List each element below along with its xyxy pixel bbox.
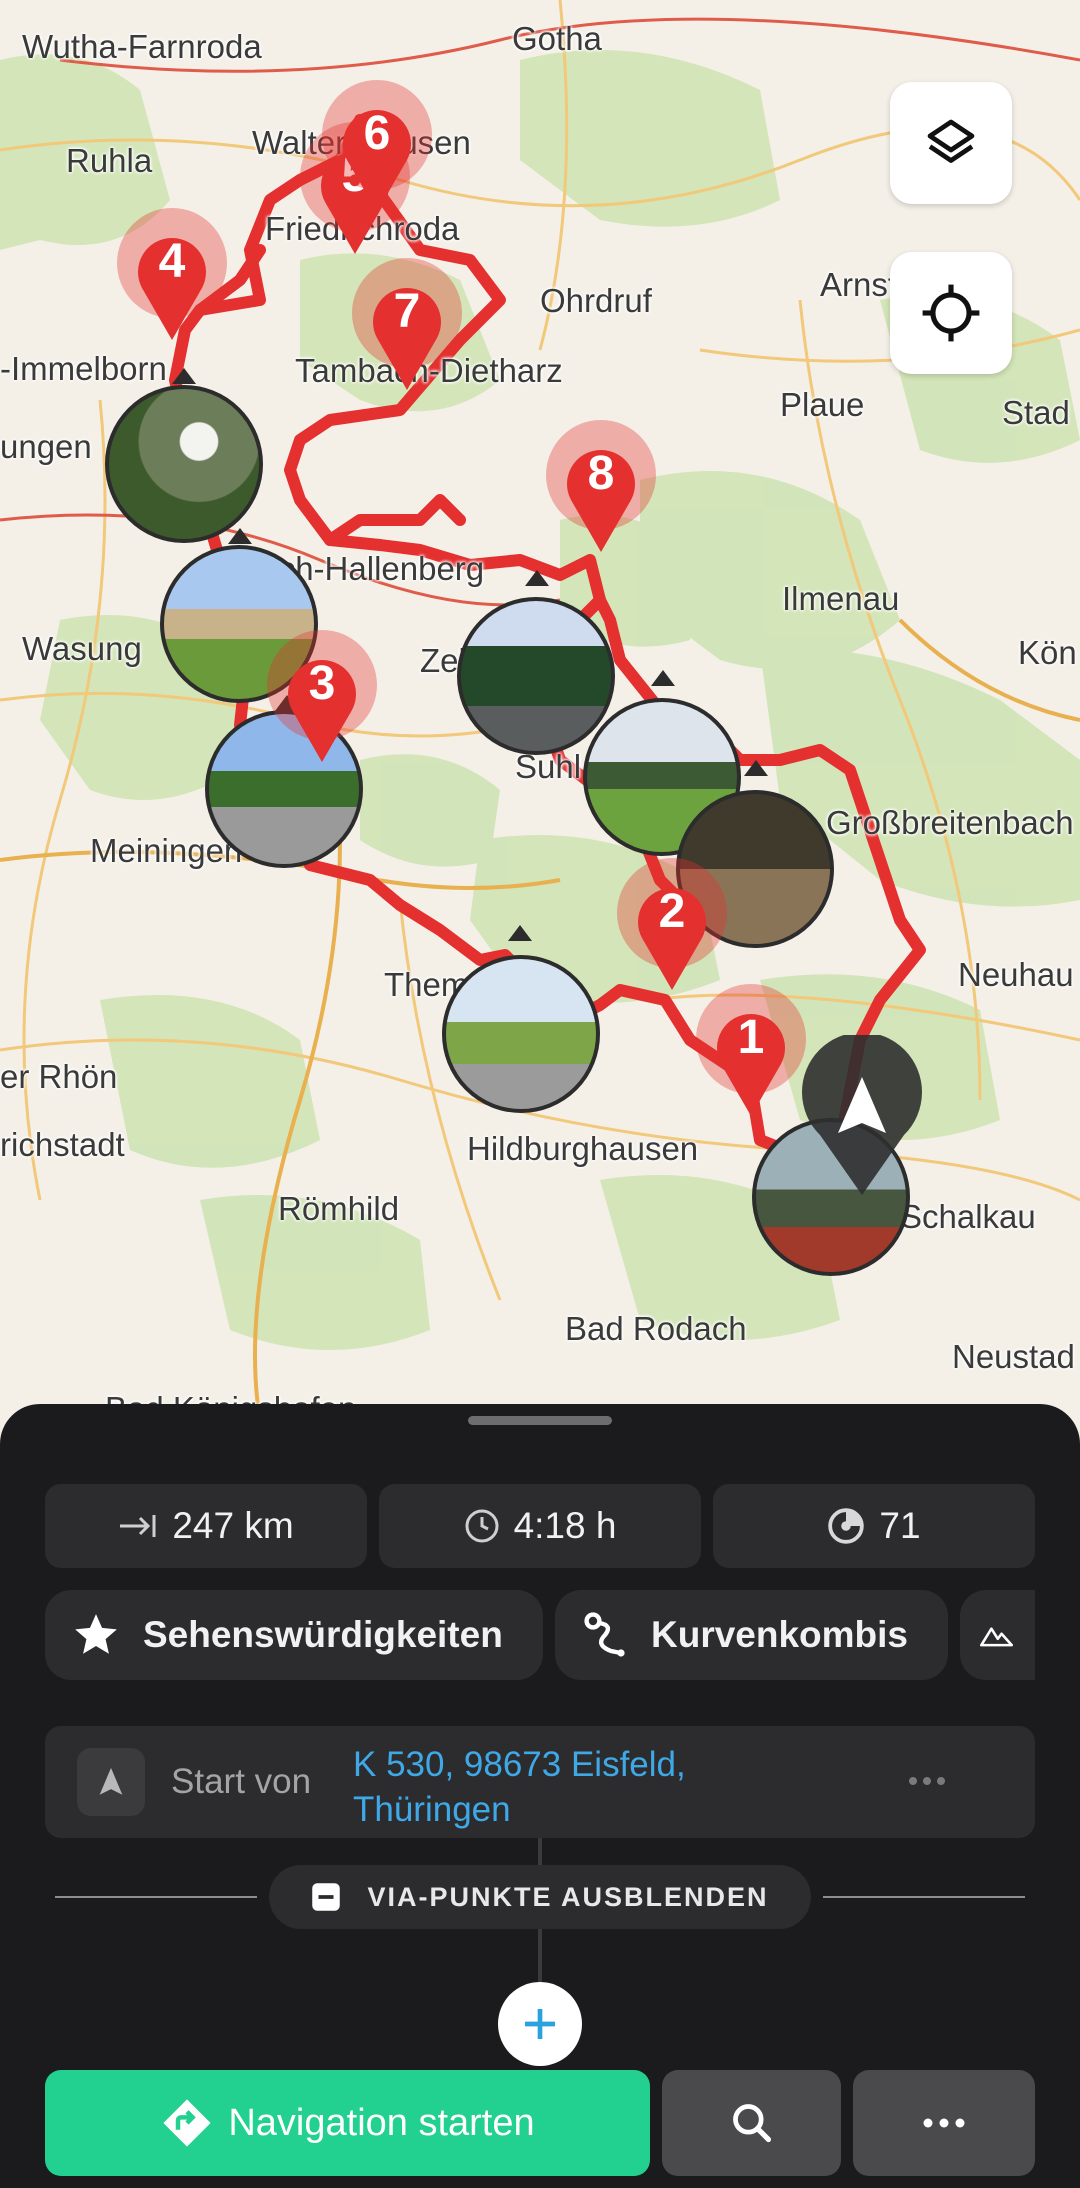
divider-left — [55, 1896, 257, 1898]
filter-sights-chip[interactable]: Sehenswürdigkeiten — [45, 1590, 543, 1680]
place-label: Neuhau — [958, 956, 1074, 993]
photo-marker-tip — [651, 670, 675, 686]
layers-button[interactable] — [890, 82, 1012, 204]
duration-chip: 4:18 h — [379, 1484, 701, 1568]
waypoint-pin-3[interactable]: 3 — [267, 630, 377, 770]
waypoint-pin-1[interactable]: 1 — [696, 984, 806, 1124]
photo-marker-ski-jump[interactable] — [457, 597, 615, 755]
distance-value: 247 km — [172, 1505, 294, 1546]
curviness-chip: 71 — [713, 1484, 1035, 1568]
distance-chip: 247 km — [45, 1484, 367, 1568]
locate-me-button[interactable] — [890, 252, 1012, 374]
waypoint-pin-6[interactable]: 6 — [322, 80, 432, 220]
place-label: Römhild — [278, 1190, 400, 1227]
toggle-via-points-label: VIA-PUNKTE AUSBLENDEN — [367, 1881, 769, 1912]
star-icon — [75, 1614, 117, 1654]
filter-sights-label: Sehenswürdigkeiten — [143, 1614, 503, 1655]
place-label: -Immelborn — [0, 350, 167, 387]
place-label: Bad Rodach — [565, 1310, 747, 1347]
place-label: Schalkau — [900, 1198, 1036, 1235]
start-address-line2: Thüringen — [353, 1790, 511, 1829]
place-label: richstadt — [0, 1126, 125, 1163]
divider-right — [823, 1896, 1025, 1898]
more-icon — [923, 2118, 965, 2128]
start-navigation-button[interactable]: Navigation starten — [45, 2070, 650, 2176]
photo-marker-tip — [525, 570, 549, 586]
place-label: Großbreitenbach — [826, 804, 1074, 841]
curviness-icon — [828, 1508, 865, 1544]
place-label: Kön — [1018, 634, 1077, 671]
start-label: Start von — [171, 1762, 312, 1801]
filter-mountains-chip[interactable] — [960, 1590, 1035, 1680]
start-point-row[interactable]: Start von K 530, 98673 Eisfeld, Thüringe… — [45, 1726, 1035, 1838]
place-label: ungen — [0, 428, 92, 465]
filter-curves-label: Kurvenkombis — [651, 1614, 909, 1655]
photo-marker-tip — [744, 760, 768, 776]
photo-marker-tip — [508, 925, 532, 941]
place-label: Wasung — [22, 630, 142, 667]
place-label: Neustad — [952, 1338, 1075, 1375]
more-options-icon[interactable] — [907, 1774, 947, 1788]
photo-marker-tip — [172, 368, 196, 384]
curviness-value: 71 — [879, 1505, 921, 1546]
place-label: Meiningen — [90, 832, 243, 869]
waypoint-pin-2[interactable]: 2 — [617, 858, 727, 998]
crosshair-icon — [922, 284, 980, 342]
distance-icon — [120, 1515, 156, 1537]
route-map[interactable]: Wutha-Farnroda Gotha Ruhla Waltershausen… — [0, 0, 1080, 1420]
more-button[interactable] — [853, 2070, 1035, 2176]
search-button[interactable] — [662, 2070, 841, 2176]
start-navigation-label: Navigation starten — [228, 2101, 535, 2144]
photo-marker-tip — [228, 528, 252, 544]
place-label: Hildburghausen — [467, 1130, 699, 1167]
place-label: Stad — [1002, 394, 1070, 431]
place-label: Ohrdruf — [540, 282, 652, 319]
waypoint-pin-8[interactable]: 8 — [546, 420, 656, 560]
place-label: Wutha-Farnroda — [22, 28, 262, 65]
clock-icon — [465, 1509, 499, 1543]
waypoint-pin-7[interactable]: 7 — [352, 258, 462, 398]
filter-curves-chip[interactable]: Kurvenkombis — [555, 1590, 948, 1680]
add-waypoint-button[interactable] — [498, 1982, 582, 2066]
start-address[interactable]: K 530, 98673 Eisfeld, Thüringen — [353, 1742, 686, 1832]
mountain-icon — [980, 1627, 1013, 1647]
start-position-icon[interactable] — [800, 1035, 925, 1200]
navigation-arrow-icon — [99, 1767, 123, 1795]
place-label: Ruhla — [66, 142, 153, 179]
start-address-line1: K 530, 98673 Eisfeld, — [353, 1745, 686, 1784]
directions-icon — [163, 2099, 211, 2147]
photo-marker-country-road[interactable] — [442, 955, 600, 1113]
minus-box-icon — [312, 1883, 341, 1911]
route-bottom-sheet: 247 km 4:18 h 71 Sehenswürdigkeiten Kurv… — [0, 1404, 1080, 2188]
curve-icon — [584, 1612, 625, 1657]
photo-marker-waterfall[interactable] — [105, 385, 263, 543]
start-icon-box — [77, 1748, 145, 1816]
search-icon — [732, 2104, 771, 2143]
duration-value: 4:18 h — [513, 1505, 617, 1546]
plus-icon — [525, 2009, 555, 2039]
place-label: Gotha — [512, 20, 602, 57]
place-label: er Rhön — [0, 1058, 118, 1095]
sheet-drag-handle[interactable] — [468, 1416, 612, 1425]
place-label: Ilmenau — [782, 580, 900, 617]
waypoint-pin-4[interactable]: 4 — [117, 208, 227, 348]
toggle-via-points-button[interactable]: VIA-PUNKTE AUSBLENDEN — [269, 1865, 811, 1929]
layers-icon — [927, 119, 975, 163]
place-label: Plaue — [780, 386, 865, 423]
